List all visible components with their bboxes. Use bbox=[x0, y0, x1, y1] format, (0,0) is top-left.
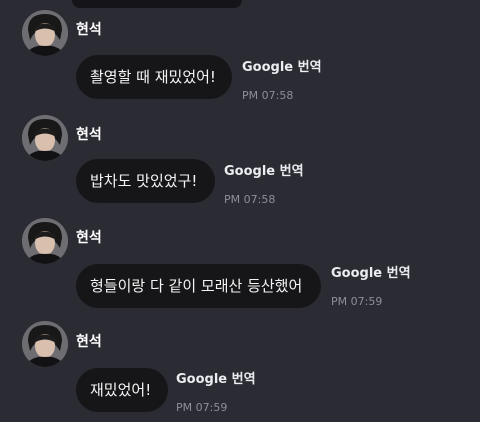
google-translate-link[interactable]: Google 번역 bbox=[242, 60, 322, 76]
sender-name: 현석 bbox=[76, 230, 102, 246]
google-translate-link[interactable]: Google 번역 bbox=[224, 164, 304, 180]
profile-photo-icon[interactable] bbox=[22, 321, 68, 367]
message-time: PM 07:58 bbox=[224, 193, 276, 206]
top-bar-fragment bbox=[72, 0, 242, 8]
message-bubble[interactable]: 밥차도 맛있었구! bbox=[76, 159, 215, 203]
sender-name: 현석 bbox=[76, 22, 102, 38]
message-time: PM 07:58 bbox=[242, 89, 294, 102]
message-bubble[interactable]: 재밌었어! bbox=[76, 368, 168, 412]
google-translate-link[interactable]: Google 번역 bbox=[331, 266, 411, 282]
profile-photo-icon[interactable] bbox=[22, 115, 68, 161]
google-translate-link[interactable]: Google 번역 bbox=[176, 372, 256, 388]
profile-photo-icon[interactable] bbox=[22, 218, 68, 264]
chat-thread: 현석 촬영할 때 재밌었어! Google 번역 PM 07:58 현석 밥차도… bbox=[0, 0, 480, 422]
sender-name: 현석 bbox=[76, 334, 102, 350]
message-bubble[interactable]: 촬영할 때 재밌었어! bbox=[76, 55, 232, 99]
profile-photo-icon[interactable] bbox=[22, 10, 68, 56]
sender-name: 현석 bbox=[76, 127, 102, 143]
message-time: PM 07:59 bbox=[176, 401, 228, 414]
message-time: PM 07:59 bbox=[331, 295, 383, 308]
message-bubble[interactable]: 형들이랑 다 같이 모래산 등산했어 bbox=[76, 264, 321, 308]
